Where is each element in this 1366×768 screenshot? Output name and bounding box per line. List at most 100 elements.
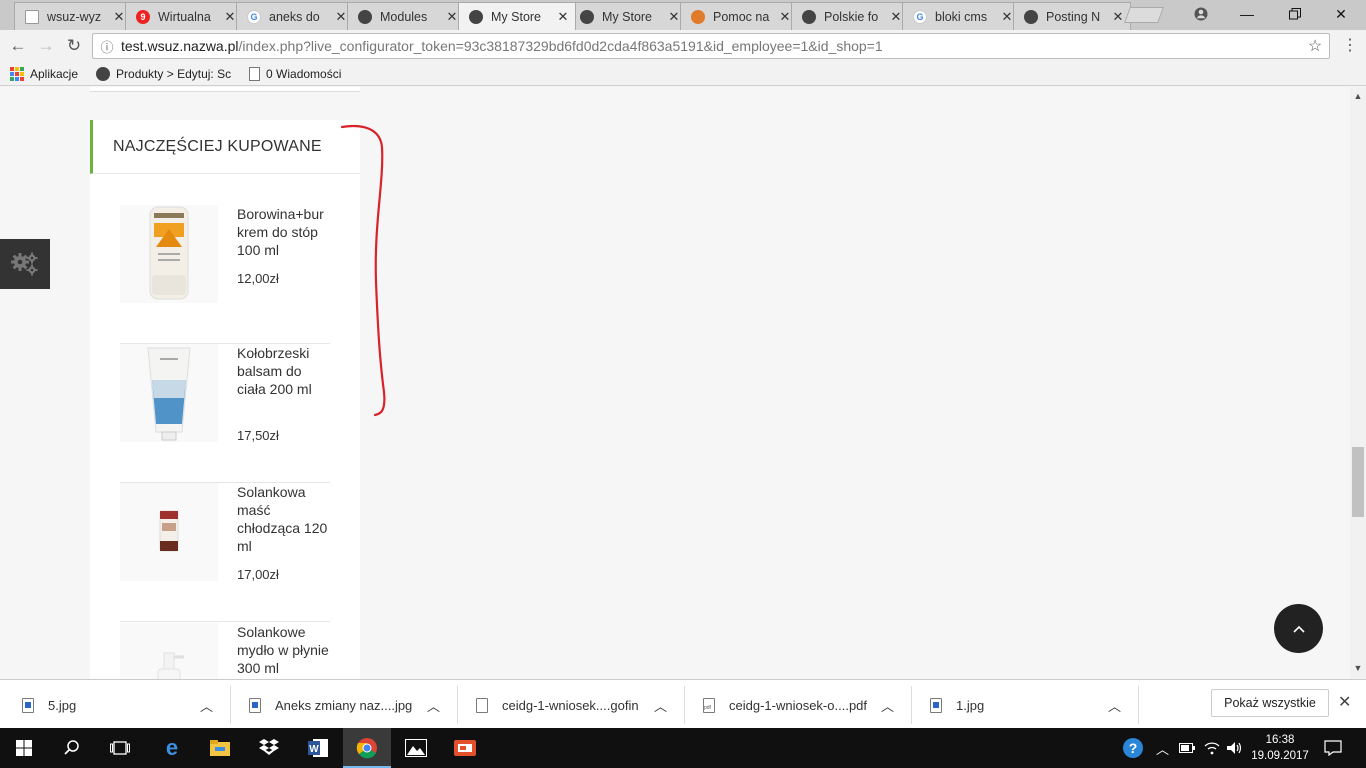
bookmark-produkty[interactable]: Produkty > Edytuj: Sc [96,66,231,81]
file-explorer-icon[interactable] [196,728,244,768]
download-item[interactable]: 5.jpg [22,688,76,722]
prestashop-orange-icon [691,9,705,24]
show-all-downloads-button[interactable]: Pokaż wszystkie [1211,689,1329,717]
bookmark-wiadomosci[interactable]: 0 Wiadomości [249,66,341,81]
download-item[interactable]: Aneks zmiany naz....jpg [249,688,412,722]
dropbox-icon[interactable] [245,728,293,768]
pdf-file-icon [703,697,715,713]
tab-close-icon[interactable]: ✕ [113,9,125,25]
product-item[interactable]: Borowina+bur krem do stóp 100 ml 12,00zł [120,205,330,344]
tab-title: aneks do [269,9,320,24]
download-name: ceidg-1-wniosek-o....pdf [729,697,868,713]
info-icon[interactable]: ⓘ [93,37,121,56]
chrome-icon[interactable] [343,728,391,768]
volume-icon[interactable] [1226,728,1244,768]
tab-my-store[interactable]: My Store ✕ [569,2,687,30]
minimize-icon[interactable]: — [1224,0,1270,28]
product-image[interactable] [120,623,218,679]
presentation-app-icon[interactable] [441,728,489,768]
product-image[interactable] [120,483,218,581]
product-name[interactable]: Kołobrzeski balsam do ciała 200 ml [237,344,332,398]
tab-aneks[interactable]: G aneks do ✕ [236,2,354,30]
chevron-up-icon[interactable]: ︿ [427,688,440,722]
red-annotation-bracket [340,124,386,417]
help-icon[interactable]: ? [1122,728,1144,768]
product-name[interactable]: Borowina+bur krem do stóp 100 ml [237,205,332,259]
tab-title: bloki cms [935,9,988,24]
bookmark-star-icon[interactable]: ☆ [1301,36,1329,56]
tab-close-icon[interactable]: ✕ [446,9,458,25]
tab-close-icon[interactable]: ✕ [779,9,791,25]
chevron-up-icon[interactable]: ︿ [881,688,894,722]
search-icon[interactable] [48,728,96,768]
tab-close-icon[interactable]: ✕ [1112,9,1124,25]
product-name[interactable]: Solankowe mydło w płynie 300 ml [237,623,332,677]
download-name: 5.jpg [48,697,77,713]
tab-close-icon[interactable]: ✕ [668,9,680,25]
task-view-icon[interactable] [96,728,144,768]
scrollbar-thumb[interactable] [1352,447,1364,517]
tab-wirtualna[interactable]: 9 Wirtualna ✕ [125,2,243,30]
tab-pomoc[interactable]: Pomoc na ✕ [680,2,798,30]
close-window-icon[interactable]: ✕ [1318,0,1364,28]
tab-modules[interactable]: Modules ✕ [347,2,465,30]
product-item[interactable]: Kołobrzeski balsam do ciała 200 ml 17,50… [120,344,330,483]
tab-close-icon[interactable]: ✕ [335,9,347,25]
tab-title: wsuz-wyz [47,9,102,24]
scroll-down-arrow-icon[interactable]: ▼ [1350,663,1366,673]
product-image[interactable] [120,205,218,303]
tab-close-icon[interactable]: ✕ [557,9,569,25]
configurator-gear-button[interactable] [0,239,50,289]
notifications-icon[interactable] [1324,728,1342,768]
forward-icon[interactable]: → [36,36,56,56]
bookmark-label: Aplikacje [30,66,79,81]
system-clock[interactable]: 16:38 19.09.2017 [1250,732,1310,764]
product-item[interactable]: Solankowe mydło w płynie 300 ml [120,623,330,679]
apps-icon [10,66,24,81]
edge-icon[interactable]: e [148,728,196,768]
page-viewport: NAJCZĘŚCIEJ KUPOWANE Borowina+bur krem d… [0,87,1350,679]
reload-icon[interactable]: ↻ [64,36,84,56]
chevron-up-icon[interactable]: ︿ [1156,728,1169,768]
tab-posting[interactable]: Posting N ✕ [1013,2,1131,30]
bookmark-apps[interactable]: Aplikacje [10,66,79,81]
chevron-up-icon[interactable]: ︿ [200,688,213,722]
word-icon[interactable]: W [294,728,342,768]
restore-icon[interactable] [1272,0,1318,28]
photos-icon[interactable] [392,728,440,768]
back-icon[interactable]: ← [8,36,28,56]
profile-icon[interactable] [1178,0,1224,28]
download-item[interactable]: ceidg-1-wniosek....gofin [476,688,639,722]
scroll-up-arrow-icon[interactable]: ▲ [1350,91,1366,101]
product-image[interactable] [120,344,218,442]
download-item[interactable]: 1.jpg [930,688,984,722]
chevron-up-icon[interactable]: ︿ [654,688,667,722]
clock-date: 19.09.2017 [1251,750,1309,762]
address-bar[interactable]: ⓘ test.wsuz.nazwa.pl/index.php?live_conf… [92,33,1330,59]
image-file-icon [22,697,34,713]
url-host: test.wsuz.nazwa.pl [121,38,239,54]
page-scrollbar[interactable]: ▲ ▼ [1350,87,1366,679]
menu-icon[interactable]: ⋮ [1340,36,1360,56]
page-icon [249,66,261,81]
chevron-up-icon [1292,625,1305,633]
block-title[interactable]: NAJCZĘŚCIEJ KUPOWANE [90,120,360,174]
new-tab-button[interactable] [1124,7,1164,23]
product-name[interactable]: Solankowa maść chłodząca 120 ml [237,483,332,555]
close-icon[interactable]: ✕ [1338,692,1351,712]
battery-icon[interactable] [1179,728,1195,768]
tab-close-icon[interactable]: ✕ [890,9,902,25]
tab-wsuz[interactable]: wsuz-wyz ✕ [14,2,132,30]
tab-close-icon[interactable]: ✕ [1001,9,1013,25]
wifi-icon[interactable] [1204,728,1220,768]
chevron-up-icon[interactable]: ︿ [1108,688,1121,722]
tab-close-icon[interactable]: ✕ [224,9,236,25]
download-item[interactable]: ceidg-1-wniosek-o....pdf [703,688,867,722]
tab-bloki-cms[interactable]: G bloki cms ✕ [902,2,1020,30]
start-button[interactable] [0,728,48,768]
tab-title: My Store [602,9,653,24]
scroll-to-top-button[interactable] [1274,604,1323,653]
product-item[interactable]: Solankowa maść chłodząca 120 ml 17,00zł [120,483,330,622]
tab-polskie[interactable]: Polskie fo ✕ [791,2,909,30]
tab-my-store-active[interactable]: My Store ✕ [458,2,576,30]
